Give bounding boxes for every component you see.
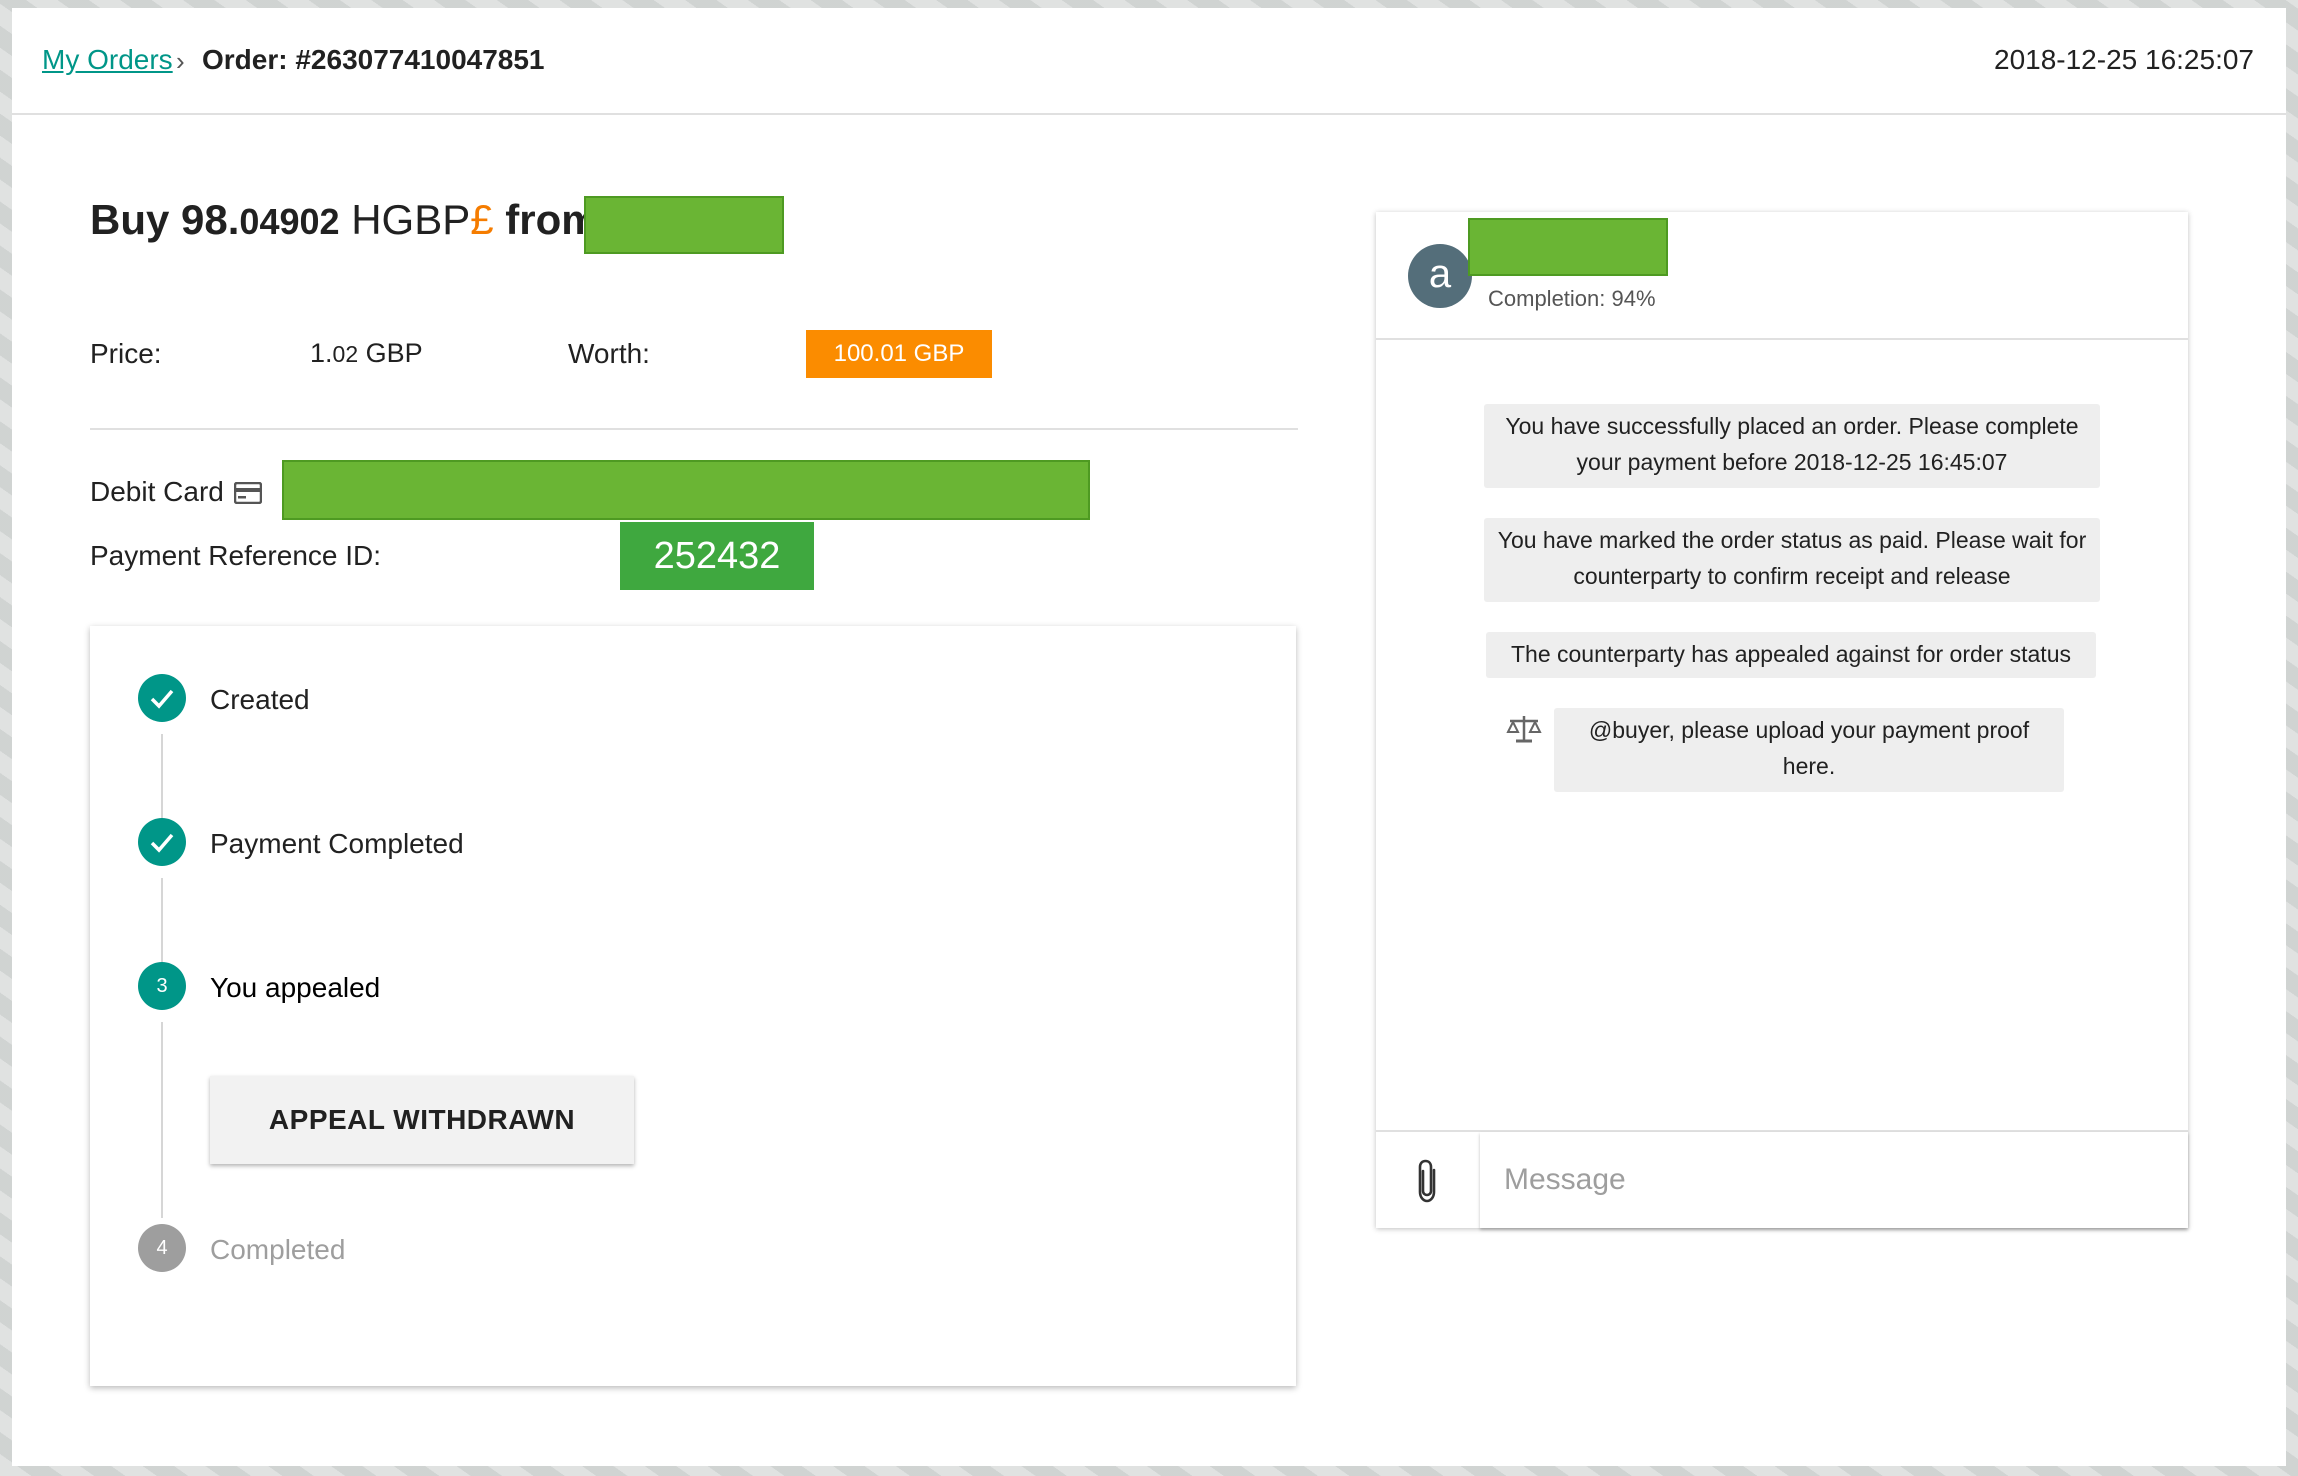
divider xyxy=(90,428,1298,430)
step-4-badge: 4 xyxy=(138,1224,186,1272)
step-3-badge: 3 xyxy=(138,962,186,1010)
amount-integer: 98. xyxy=(181,196,240,243)
buy-word: Buy xyxy=(90,196,170,243)
chat-message: You have successfully placed an order. P… xyxy=(1484,404,2100,488)
breadcrumb-current-order: Order: #263077410047851 xyxy=(202,44,545,75)
payment-ref-badge: 252432 xyxy=(620,522,814,590)
chat-header: a Completion: 94% xyxy=(1376,212,2188,340)
scale-icon xyxy=(1506,716,1542,743)
chat-message: You have marked the order status as paid… xyxy=(1484,518,2100,602)
step-connector xyxy=(161,1022,163,1218)
chat-message: @buyer, please upload your payment proof… xyxy=(1554,708,2064,792)
order-title: Buy 98.04902 HGBP£ from xyxy=(90,196,599,244)
header-bar: My Orders › Order: #263077410047851 2018… xyxy=(12,8,2286,115)
chat-composer xyxy=(1376,1130,2188,1228)
check-icon xyxy=(138,818,186,866)
appeal-withdrawn-button[interactable]: APPEAL WITHDRAWN xyxy=(210,1076,634,1164)
pound-icon: £ xyxy=(470,196,494,243)
order-steps-panel: Created Payment Completed 3 You appealed… xyxy=(90,626,1296,1386)
payment-ref-label: Payment Reference ID: xyxy=(90,540,382,571)
credit-card-icon xyxy=(234,482,262,504)
step-connector xyxy=(161,734,163,818)
order-timestamp: 2018-12-25 16:25:07 xyxy=(1994,44,2254,75)
breadcrumb-my-orders-link[interactable]: My Orders xyxy=(42,44,173,76)
message-input[interactable] xyxy=(1480,1132,2188,1228)
step-completed-label: Completed xyxy=(210,1234,346,1265)
worth-badge: 100.01 GBP xyxy=(806,330,992,378)
redacted-seller-name xyxy=(584,196,784,254)
paperclip-icon[interactable] xyxy=(1412,1158,1442,1204)
payment-method-label: Debit Card xyxy=(90,476,224,507)
completion-rate: Completion: 94% xyxy=(1488,286,1656,311)
chat-panel: a Completion: 94% You have successfully … xyxy=(1376,212,2188,1228)
currency-code: HGBP xyxy=(351,196,471,243)
step-created-label: Created xyxy=(210,684,310,715)
price-value: 1.02 GBP xyxy=(310,338,423,369)
redacted-card-details xyxy=(282,460,1090,520)
price-currency: GBP xyxy=(365,338,423,368)
worth-label: Worth: xyxy=(568,338,650,369)
step-connector xyxy=(161,878,163,962)
chevron-right-icon: › xyxy=(176,46,185,76)
order-card: My Orders › Order: #263077410047851 2018… xyxy=(12,8,2286,1466)
check-icon xyxy=(138,674,186,722)
redacted-counterparty-name xyxy=(1468,218,1668,276)
price-label: Price: xyxy=(90,338,162,369)
price-integer: 1. xyxy=(310,338,333,368)
amount-decimals: 04902 xyxy=(239,201,340,242)
step-appealed-label: You appealed xyxy=(210,972,381,1003)
step-payment-completed-label: Payment Completed xyxy=(210,828,464,859)
avatar: a xyxy=(1408,244,1472,308)
chat-message: The counterparty has appealed against fo… xyxy=(1486,632,2096,678)
price-decimals: 02 xyxy=(332,341,359,367)
